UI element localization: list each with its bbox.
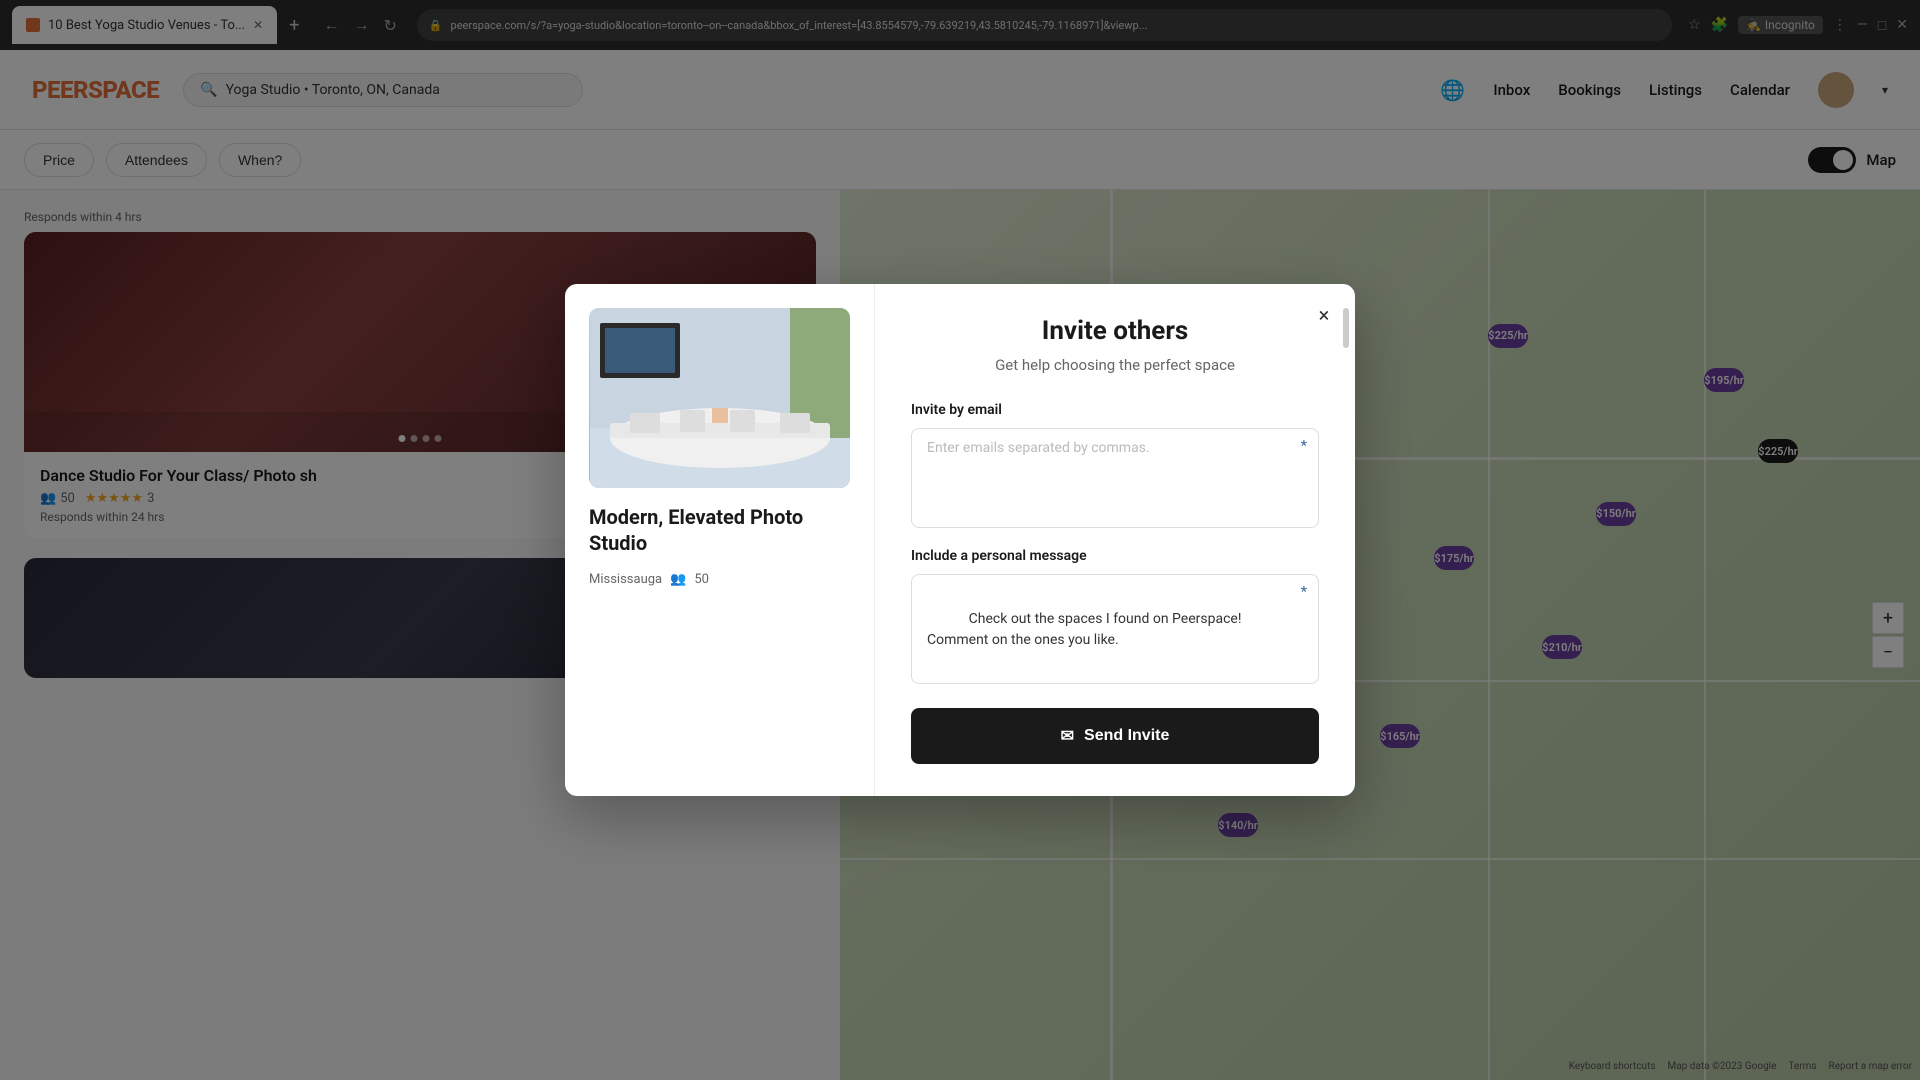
venue-title: Modern, Elevated Photo Studio bbox=[589, 504, 850, 556]
modal-venue-image bbox=[589, 308, 850, 488]
modal-scrollbar[interactable] bbox=[1343, 284, 1351, 796]
venue-capacity: 50 bbox=[694, 572, 709, 587]
venue-meta: Mississauga 👥 50 bbox=[589, 572, 850, 587]
email-send-icon: ✉ bbox=[1061, 726, 1074, 746]
required-indicator: * bbox=[1301, 584, 1307, 600]
invite-modal: × bbox=[565, 284, 1355, 796]
modal-title: Invite others bbox=[911, 316, 1319, 346]
modal-close-button[interactable]: × bbox=[1309, 300, 1339, 330]
send-invite-button[interactable]: ✉ Send Invite bbox=[911, 708, 1319, 764]
venue-location: Mississauga bbox=[589, 572, 662, 587]
venue-image-placeholder bbox=[589, 308, 850, 488]
scrollbar-thumb bbox=[1343, 308, 1349, 348]
message-section: Include a personal message Check out the… bbox=[911, 548, 1319, 688]
people-icon: 👥 bbox=[670, 572, 686, 587]
message-input-wrapper: Check out the spaces I found on Peerspac… bbox=[911, 574, 1319, 688]
send-invite-label: Send Invite bbox=[1084, 727, 1169, 745]
modal-venue-panel: Modern, Elevated Photo Studio Mississaug… bbox=[565, 284, 875, 796]
modal-subtitle: Get help choosing the perfect space bbox=[911, 356, 1319, 374]
email-input[interactable] bbox=[911, 428, 1319, 528]
message-textarea[interactable] bbox=[911, 574, 1319, 684]
message-section-label: Include a personal message bbox=[911, 548, 1319, 564]
modal-form-panel: Invite others Get help choosing the perf… bbox=[875, 284, 1355, 796]
email-section: Invite by email Enter emails separated b… bbox=[911, 402, 1319, 528]
modal-overlay: × bbox=[0, 0, 1920, 1080]
email-section-label: Invite by email bbox=[911, 402, 1319, 418]
required-indicator: * bbox=[1301, 438, 1307, 454]
email-input-wrapper: Enter emails separated by commas. * bbox=[911, 428, 1319, 528]
